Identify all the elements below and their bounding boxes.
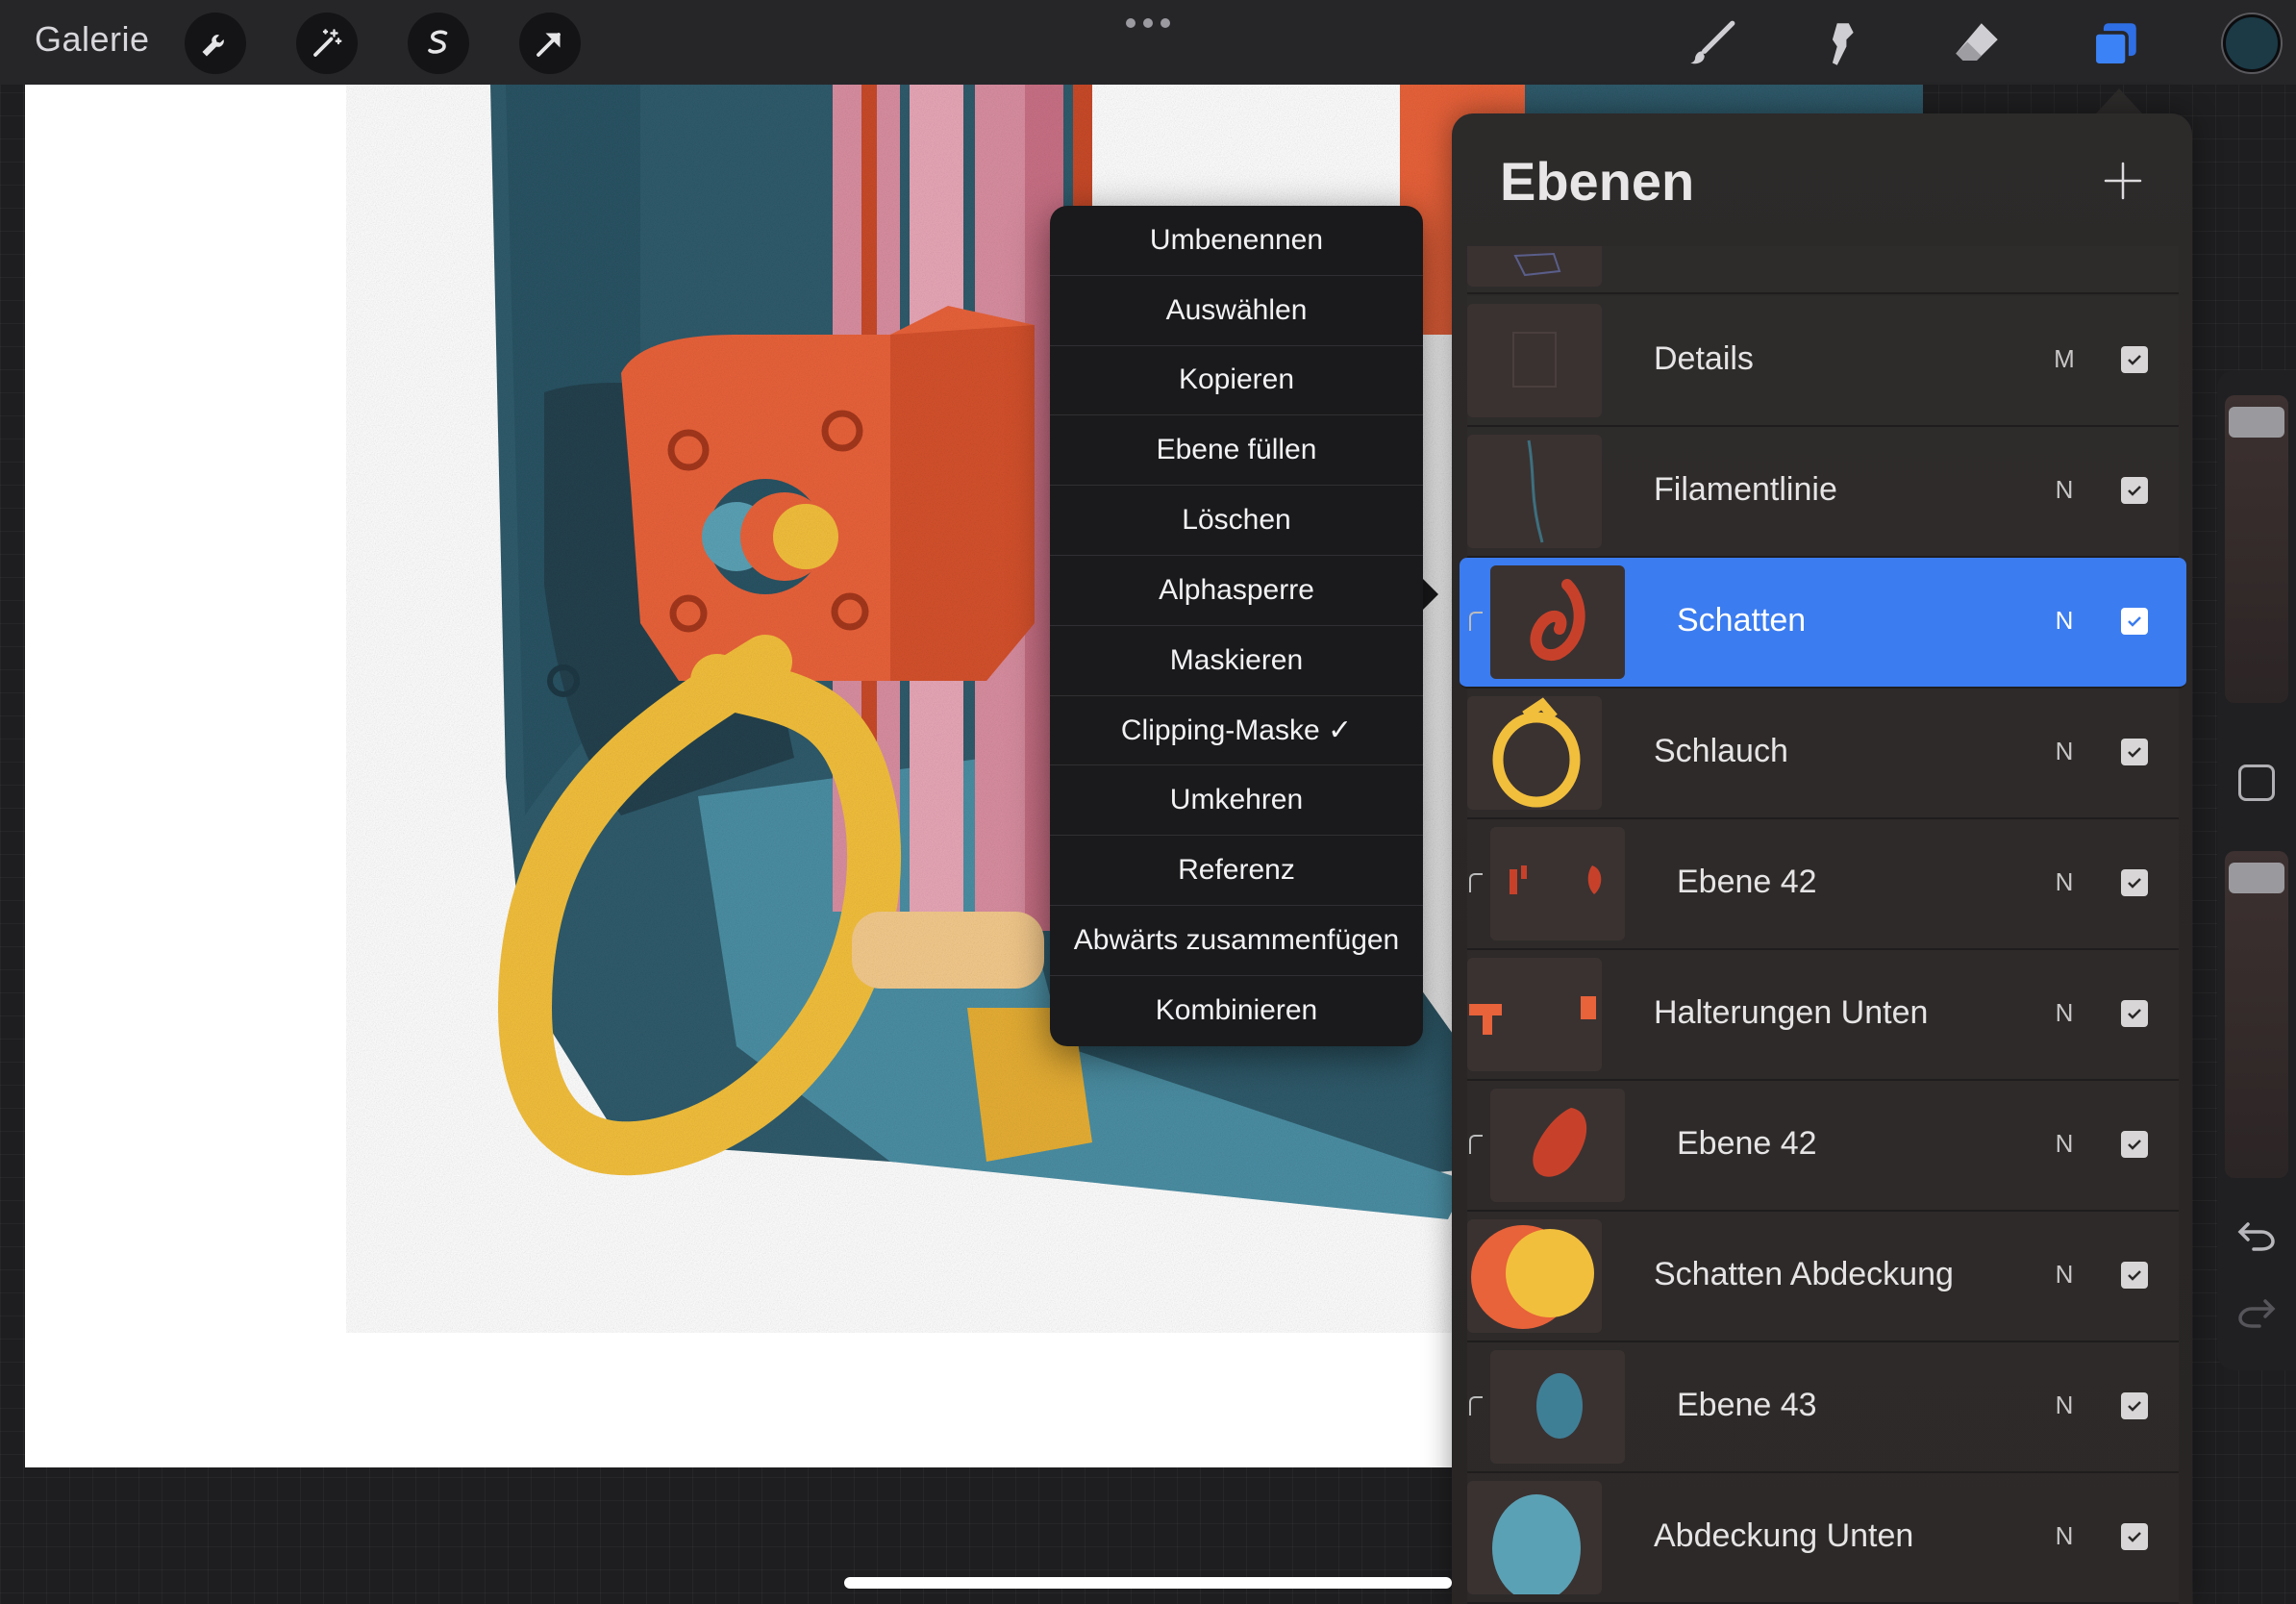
magic-wand-icon[interactable] [296, 13, 358, 74]
brush-icon[interactable] [1681, 13, 1742, 75]
modify-button-square-icon[interactable] [2238, 764, 2275, 801]
visibility-checkbox[interactable] [2121, 608, 2148, 635]
brush-sidebar [2217, 370, 2296, 1370]
brush-opacity-slider[interactable] [2225, 851, 2288, 1178]
layer-name: Ebene 42 [1677, 1125, 1817, 1162]
layer-thumbnail [1467, 246, 1602, 287]
top-toolbar: Galerie [0, 0, 2296, 85]
visibility-checkbox[interactable] [2121, 346, 2148, 373]
transform-arrow-icon[interactable] [519, 13, 581, 74]
clipping-mask-indicator [1469, 612, 1483, 631]
layer-list: Details M Filamentlinie N Schatten N Sch… [1460, 296, 2186, 1604]
layer-name: Filamentlinie [1654, 471, 1837, 508]
blend-mode-button[interactable]: N [2050, 737, 2079, 766]
layer-name: Halterungen Unten [1654, 994, 1929, 1031]
layer-row[interactable]: Ebene 42 N [1467, 819, 2179, 950]
layer-name: Schatten [1677, 602, 1807, 639]
blend-mode-button[interactable]: N [2050, 1260, 2079, 1290]
blend-mode-button[interactable]: N [2050, 1521, 2079, 1551]
layer-thumbnail [1490, 1350, 1625, 1464]
visibility-checkbox[interactable] [2121, 1523, 2148, 1550]
layer-thumbnail [1467, 1481, 1602, 1594]
visibility-checkbox[interactable] [2121, 739, 2148, 765]
more-options-icon[interactable] [1125, 12, 1171, 35]
layer-row[interactable]: Abdeckung Unten N [1467, 1473, 2179, 1604]
layer-thumbnail [1467, 696, 1602, 810]
layer-name: Ebene 42 [1677, 864, 1817, 900]
layer-thumbnail [1490, 827, 1625, 940]
layer-name: Schlauch [1654, 733, 1788, 769]
layer-row-partial[interactable] [1467, 246, 2179, 294]
blend-mode-button[interactable]: N [2050, 998, 2079, 1028]
layer-thumbnail [1490, 565, 1625, 679]
visibility-checkbox[interactable] [2121, 1131, 2148, 1158]
gallery-button[interactable]: Galerie [35, 19, 150, 60]
panel-pointer [2096, 88, 2142, 113]
clipping-mask-indicator [1469, 1396, 1483, 1416]
layer-row[interactable]: Ebene 42 N [1467, 1081, 2179, 1212]
selection-icon[interactable] [408, 13, 469, 74]
layer-row[interactable]: Details M [1467, 296, 2179, 427]
visibility-checkbox[interactable] [2121, 1000, 2148, 1027]
layer-options-menu: Umbenennen Auswählen Kopieren Ebene füll… [1050, 206, 1423, 1046]
home-indicator[interactable] [844, 1577, 1452, 1589]
undo-arrow-icon[interactable] [2234, 1216, 2279, 1255]
visibility-checkbox[interactable] [2121, 1392, 2148, 1419]
blend-mode-button[interactable]: N [2050, 475, 2079, 505]
layer-name: Schatten Abdeckung [1654, 1256, 1954, 1292]
visibility-checkbox[interactable] [2121, 1262, 2148, 1289]
layer-name: Details [1654, 340, 1754, 377]
menu-item-merge-down[interactable]: Abwärts zusammenfügen [1050, 906, 1423, 976]
clipping-mask-indicator [1469, 873, 1483, 892]
layer-row-selected[interactable]: Schatten N [1460, 558, 2186, 689]
layer-row[interactable]: Schatten Abdeckung N [1467, 1212, 2179, 1342]
layer-thumbnail [1467, 435, 1602, 548]
layers-panel-title: Ebenen [1500, 151, 1695, 212]
menu-item-select[interactable]: Auswählen [1050, 276, 1423, 346]
menu-item-invert[interactable]: Umkehren [1050, 765, 1423, 837]
layers-panel: Ebenen Details M Filamentlinie N Schatte… [1452, 113, 2192, 1604]
visibility-checkbox[interactable] [2121, 477, 2148, 504]
add-layer-plus-icon[interactable] [2102, 160, 2144, 202]
layer-thumbnail [1490, 1089, 1625, 1202]
menu-item-clipping-mask[interactable]: Clipping-Maske ✓ [1050, 696, 1423, 766]
color-picker-button[interactable] [2223, 14, 2281, 72]
clipping-mask-indicator [1469, 1135, 1483, 1154]
menu-item-delete[interactable]: Löschen [1050, 486, 1423, 556]
menu-item-fill-layer[interactable]: Ebene füllen [1050, 415, 1423, 487]
menu-item-reference[interactable]: Referenz [1050, 836, 1423, 906]
blend-mode-button[interactable]: M [2050, 344, 2079, 374]
blend-mode-button[interactable]: N [2050, 606, 2079, 636]
blend-mode-button[interactable]: N [2050, 1129, 2079, 1159]
brush-size-handle[interactable] [2229, 407, 2284, 438]
layers-icon[interactable] [2084, 13, 2146, 75]
layer-row[interactable]: Ebene 43 N [1467, 1342, 2179, 1473]
layer-row[interactable]: Halterungen Unten N [1467, 950, 2179, 1081]
menu-item-copy[interactable]: Kopieren [1050, 346, 1423, 416]
layer-row[interactable]: Filamentlinie N [1467, 427, 2179, 558]
brush-opacity-handle[interactable] [2229, 863, 2284, 893]
visibility-checkbox[interactable] [2121, 869, 2148, 896]
layer-thumbnail [1467, 958, 1602, 1071]
wrench-icon[interactable] [185, 13, 246, 74]
menu-item-rename[interactable]: Umbenennen [1050, 206, 1423, 276]
blend-mode-button[interactable]: N [2050, 1391, 2079, 1420]
brush-size-slider[interactable] [2225, 395, 2288, 703]
layer-name: Ebene 43 [1677, 1387, 1817, 1423]
smudge-icon[interactable] [1813, 13, 1875, 75]
layer-name: Abdeckung Unten [1654, 1517, 1914, 1554]
menu-item-mask[interactable]: Maskieren [1050, 626, 1423, 696]
layer-thumbnail [1467, 1219, 1602, 1333]
layer-thumbnail [1467, 304, 1602, 417]
menu-item-alpha-lock[interactable]: Alphasperre [1050, 556, 1423, 626]
redo-arrow-icon[interactable] [2234, 1293, 2279, 1332]
eraser-icon[interactable] [1946, 13, 2008, 75]
menu-item-combine[interactable]: Kombinieren [1050, 976, 1423, 1046]
layer-row[interactable]: Schlauch N [1467, 689, 2179, 819]
blend-mode-button[interactable]: N [2050, 867, 2079, 897]
